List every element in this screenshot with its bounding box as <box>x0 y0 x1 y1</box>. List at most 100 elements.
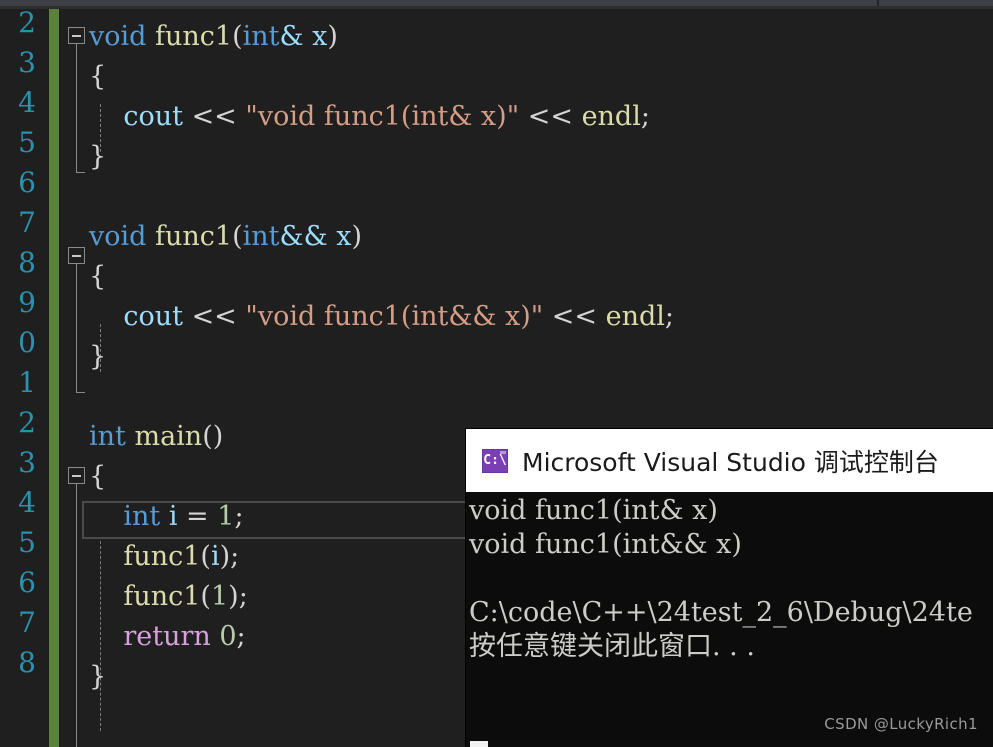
line-number: 1 <box>18 366 36 399</box>
code-token: func1 <box>155 221 233 252</box>
console-output-line: 按任意键关闭此窗口. . . <box>469 631 755 662</box>
code-token: cout <box>123 101 183 132</box>
console-cursor <box>470 741 488 747</box>
code-token: void <box>89 221 147 252</box>
line-number: 8 <box>18 646 36 679</box>
fold-toggle-main[interactable] <box>68 467 85 484</box>
code-line[interactable]: } <box>89 137 106 177</box>
line-number: 2 <box>18 406 36 439</box>
code-token: func1 <box>123 541 201 572</box>
code-token: << <box>551 301 597 332</box>
code-line[interactable]: } <box>89 337 106 377</box>
code-token: x <box>336 221 352 252</box>
code-token: void <box>89 21 147 52</box>
line-number: 9 <box>18 286 36 319</box>
fold-span-func1-rvalue <box>76 264 77 392</box>
code-token: ) <box>351 221 362 252</box>
fold-span-func1-lvalue <box>76 44 77 172</box>
console-title-bar[interactable]: C:\ Microsoft Visual Studio 调试控制台 <box>466 429 993 492</box>
code-token: & <box>279 21 304 52</box>
code-line[interactable]: { <box>89 57 106 97</box>
console-output-line: C:\code\C++\24test_2_6\Debug\24te <box>469 597 973 628</box>
line-number: 0 <box>18 326 36 359</box>
line-number: 5 <box>18 126 36 159</box>
code-token: { <box>89 461 107 492</box>
code-token: { <box>89 261 107 292</box>
change-indicator-bar <box>49 9 59 747</box>
code-line[interactable]: func1(i); <box>89 537 239 577</box>
code-line[interactable]: int main() <box>89 417 223 457</box>
code-token: ( <box>232 21 243 52</box>
code-line[interactable]: void func1(int& x) <box>89 17 338 57</box>
code-token: int <box>123 501 161 532</box>
line-number: 4 <box>18 486 36 519</box>
code-token: ; <box>234 501 244 532</box>
code-token: ; <box>236 621 246 652</box>
code-token: return <box>123 621 211 652</box>
code-token: << <box>191 101 237 132</box>
code-token: } <box>89 661 107 692</box>
code-token: endl <box>605 301 665 332</box>
code-token: 1 <box>210 581 229 612</box>
code-token: ( <box>232 221 243 252</box>
code-token: endl <box>581 101 641 132</box>
code-line[interactable]: return 0; <box>89 617 246 657</box>
line-number-gutter: 2 3 4 5 6 7 8 9 0 1 2 3 4 5 6 7 8 <box>0 6 49 747</box>
code-token: int <box>89 421 126 452</box>
debug-console-window[interactable]: C:\ Microsoft Visual Studio 调试控制台 void f… <box>466 429 993 747</box>
code-line[interactable]: cout << "void func1(int& x)" << endl; <box>89 97 650 137</box>
code-line[interactable]: int i = 1; <box>89 497 244 537</box>
code-line[interactable]: cout << "void func1(int&& x)" << endl; <box>89 297 674 337</box>
code-line[interactable]: void func1(int&& x) <box>89 217 362 257</box>
line-number: 8 <box>18 246 36 279</box>
code-token: int <box>242 21 280 52</box>
code-token: ( <box>200 541 211 572</box>
code-token: ; <box>664 301 674 332</box>
code-token: x <box>312 21 328 52</box>
fold-span-main <box>76 484 77 747</box>
console-title-text: Microsoft Visual Studio 调试控制台 <box>522 447 939 477</box>
code-line[interactable]: { <box>89 457 106 497</box>
console-output[interactable]: void func1(int& x) void func1(int&& x) C:\… <box>466 492 993 747</box>
code-token: 0 <box>219 621 237 652</box>
code-line[interactable]: { <box>89 257 106 297</box>
fold-span-foot-func1-rvalue <box>76 392 85 393</box>
line-number: 7 <box>18 606 36 639</box>
code-token: int <box>242 221 280 252</box>
watermark: CSDN @LuckyRich1 <box>824 715 978 733</box>
line-number: 6 <box>18 566 36 599</box>
code-token: main <box>134 421 203 452</box>
code-token: } <box>89 141 107 172</box>
console-icon: C:\ <box>482 448 508 473</box>
line-number: 3 <box>18 446 36 479</box>
screenshot-root: 23456789012345678 void func1(int& x){ co… <box>0 0 993 747</box>
console-output-line: void func1(int&& x) <box>469 529 742 560</box>
code-line[interactable]: } <box>89 657 106 697</box>
fold-span-foot-func1-lvalue <box>76 172 85 173</box>
code-token: ); <box>219 541 240 572</box>
fold-toggle-func1-rvalue[interactable] <box>68 247 85 264</box>
fold-toggle-func1-lvalue[interactable] <box>68 27 85 44</box>
code-token: () <box>202 421 224 452</box>
code-token: ) <box>327 21 338 52</box>
code-token: func1 <box>123 581 201 612</box>
line-number: 5 <box>18 526 36 559</box>
code-token: } <box>89 341 107 372</box>
code-line[interactable]: func1(1); <box>89 577 247 617</box>
code-token: ; <box>640 101 650 132</box>
